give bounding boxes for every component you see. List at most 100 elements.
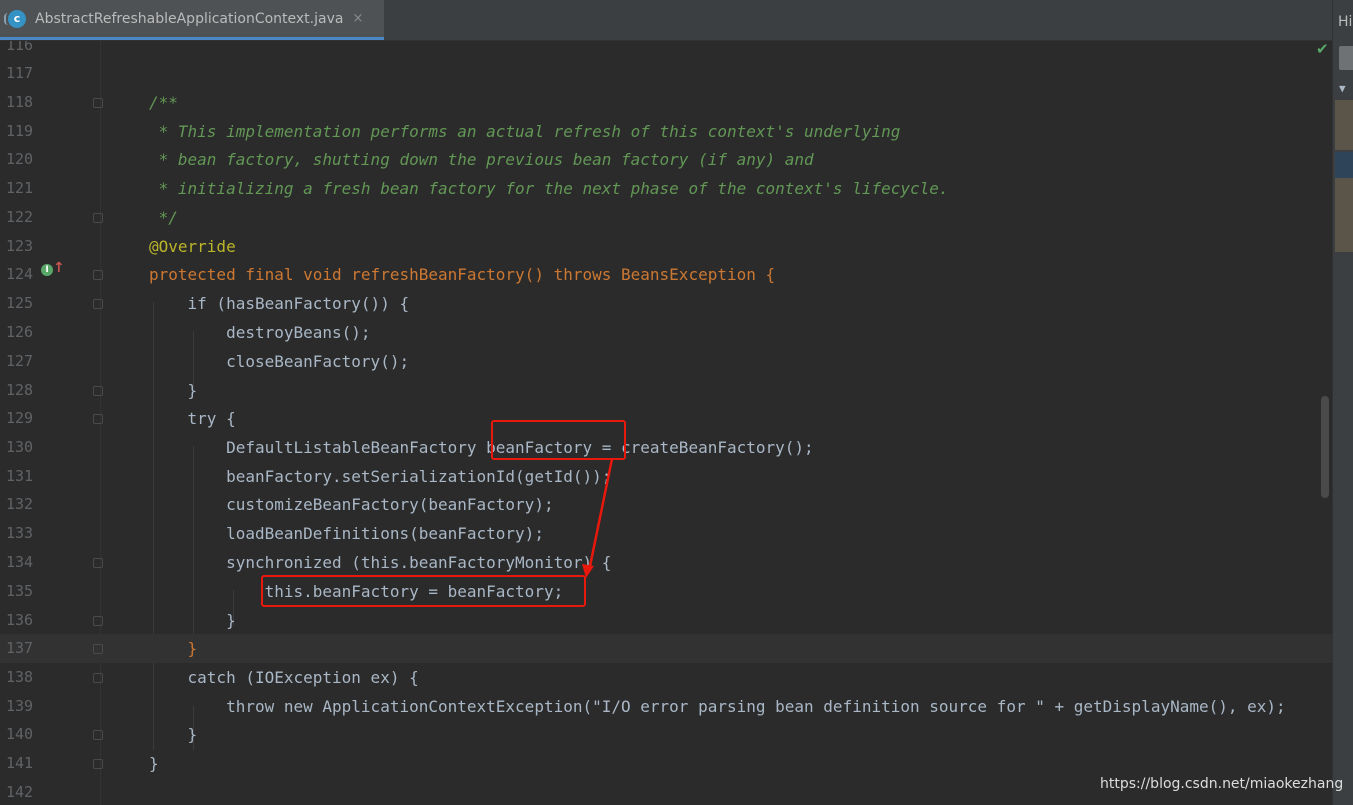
line-number: 136 (6, 611, 34, 629)
code-line-134: 134 synchronized (this.beanFactoryMonito… (0, 548, 1332, 577)
tab-abstract-refreshable-application-context[interactable]: c AbstractRefreshableApplicationContext.… (0, 0, 384, 40)
line-number: 135 (6, 582, 34, 600)
code-text: try { (149, 409, 236, 428)
code-line-138: 138 catch (IOException ex) { (0, 663, 1332, 692)
fold-marker-icon[interactable] (93, 98, 103, 108)
line-number: 126 (6, 323, 34, 341)
code-line-122: 122 */ (0, 203, 1332, 232)
line-number: 124 (6, 265, 34, 283)
side-panel-label[interactable]: Hi (1338, 14, 1352, 30)
line-number: 120 (6, 150, 34, 168)
code-text: synchronized (this.beanFactoryMonitor) { (149, 553, 612, 572)
code-text: } (149, 725, 198, 744)
java-class-icon: c (4, 9, 26, 28)
line-number: 140 (6, 725, 34, 743)
line-number: 128 (6, 381, 34, 399)
line-number: 137 (6, 639, 34, 657)
code-text: if (hasBeanFactory()) { (149, 294, 410, 313)
fold-marker-icon[interactable] (93, 558, 103, 568)
line-number: 131 (6, 467, 34, 485)
code-line-140: 140 } (0, 720, 1332, 749)
code-text: } (149, 754, 159, 773)
fold-marker-icon[interactable] (93, 213, 103, 223)
line-number: 138 (6, 668, 34, 686)
line-number: 121 (6, 179, 34, 197)
code-text: } (149, 611, 236, 630)
code-line-133: 133 loadBeanDefinitions(beanFactory); (0, 519, 1332, 548)
fold-marker-icon[interactable] (93, 270, 103, 280)
code-line-126: 126 destroyBeans(); (0, 318, 1332, 347)
line-number: 133 (6, 524, 34, 542)
code-line-135: 135 this.beanFactory = beanFactory; (0, 577, 1332, 606)
fold-marker-icon[interactable] (93, 673, 103, 683)
code-line-124: 124 protected final void refreshBeanFact… (0, 260, 1332, 289)
code-line-120: 120 * bean factory, shutting down the pr… (0, 145, 1332, 174)
side-panel-strip (1335, 100, 1353, 150)
line-number: 134 (6, 553, 34, 571)
right-tool-panel: Hi ▼ (1332, 0, 1353, 805)
fold-marker-icon[interactable] (93, 759, 103, 769)
code-line-139: 139 throw new ApplicationContextExceptio… (0, 692, 1332, 721)
fold-marker-icon[interactable] (93, 730, 103, 740)
fold-marker-icon[interactable] (93, 616, 103, 626)
code-text: * This implementation performs an actual… (149, 122, 901, 141)
tab-title: AbstractRefreshableApplicationContext.ja… (35, 10, 344, 27)
override-arrow-icon[interactable]: ↑ (53, 260, 65, 276)
code-line-118: 118 /** (0, 88, 1332, 117)
implements-method-icon[interactable]: I (41, 264, 53, 276)
line-number: 116 (6, 41, 34, 54)
code-text: catch (IOException ex) { (149, 668, 419, 687)
code-text: } (149, 381, 198, 400)
code-line-130: 130 DefaultListableBeanFactory beanFacto… (0, 433, 1332, 462)
code-text: protected final void refreshBeanFactory(… (149, 265, 776, 284)
fold-marker-icon[interactable] (93, 386, 103, 396)
side-panel-strip (1335, 178, 1353, 252)
code-text: closeBeanFactory(); (149, 352, 410, 371)
code-text: destroyBeans(); (149, 323, 371, 342)
fold-marker-icon[interactable] (93, 414, 103, 424)
code-text: @Override (149, 237, 236, 256)
code-line-127: 127 closeBeanFactory(); (0, 347, 1332, 376)
line-number: 142 (6, 783, 34, 801)
code-line-137-current: 137 } (0, 634, 1332, 663)
code-line-119: 119 * This implementation performs an ac… (0, 117, 1332, 146)
code-line-116: 116 (0, 41, 1332, 60)
code-line-131: 131 beanFactory.setSerializationId(getId… (0, 462, 1332, 491)
line-number: 122 (6, 208, 34, 226)
line-number: 127 (6, 352, 34, 370)
code-text: loadBeanDefinitions(beanFactory); (149, 524, 544, 543)
code-text: /** (149, 93, 178, 112)
code-text: throw new ApplicationContextException("I… (149, 697, 1286, 716)
code-text: customizeBeanFactory(beanFactory); (149, 495, 554, 514)
code-line-141: 141 } (0, 749, 1332, 778)
code-text: * initializing a fresh bean factory for … (149, 179, 949, 198)
line-number: 139 (6, 697, 34, 715)
code-line-132: 132 customizeBeanFactory(beanFactory); (0, 490, 1332, 519)
code-text: * bean factory, shutting down the previo… (149, 150, 814, 169)
watermark: https://blog.csdn.net/miaokezhang (1100, 776, 1344, 792)
line-number: 119 (6, 122, 34, 140)
code-text: DefaultListableBeanFactory beanFactory =… (149, 438, 814, 457)
tool-window-icon[interactable] (1339, 46, 1353, 70)
code-line-125: 125 if (hasBeanFactory()) { (0, 289, 1332, 318)
highlight-field-assignment (261, 575, 586, 607)
collapse-arrow-icon[interactable]: ▼ (1339, 82, 1346, 95)
line-number: 123 (6, 237, 34, 255)
code-editor[interactable]: 116 117 118 /** 119 * This implementatio… (0, 41, 1332, 805)
code-text: beanFactory.setSerializationId(getId()); (149, 467, 612, 486)
editor-tab-bar: c AbstractRefreshableApplicationContext.… (0, 0, 1332, 41)
fold-marker-icon[interactable] (93, 644, 103, 654)
close-tab-icon[interactable]: × (352, 11, 363, 26)
fold-marker-icon[interactable] (93, 299, 103, 309)
code-line-123: 123 @Override (0, 232, 1332, 261)
highlight-local-beanfactory (491, 420, 626, 460)
code-text: } (149, 639, 198, 658)
code-line-121: 121 * initializing a fresh bean factory … (0, 174, 1332, 203)
line-number: 130 (6, 438, 34, 456)
line-number: 117 (6, 64, 34, 82)
code-text: */ (149, 208, 178, 227)
side-panel-strip-selected (1335, 152, 1353, 178)
line-number: 129 (6, 409, 34, 427)
line-number: 125 (6, 294, 34, 312)
line-number: 118 (6, 93, 34, 111)
